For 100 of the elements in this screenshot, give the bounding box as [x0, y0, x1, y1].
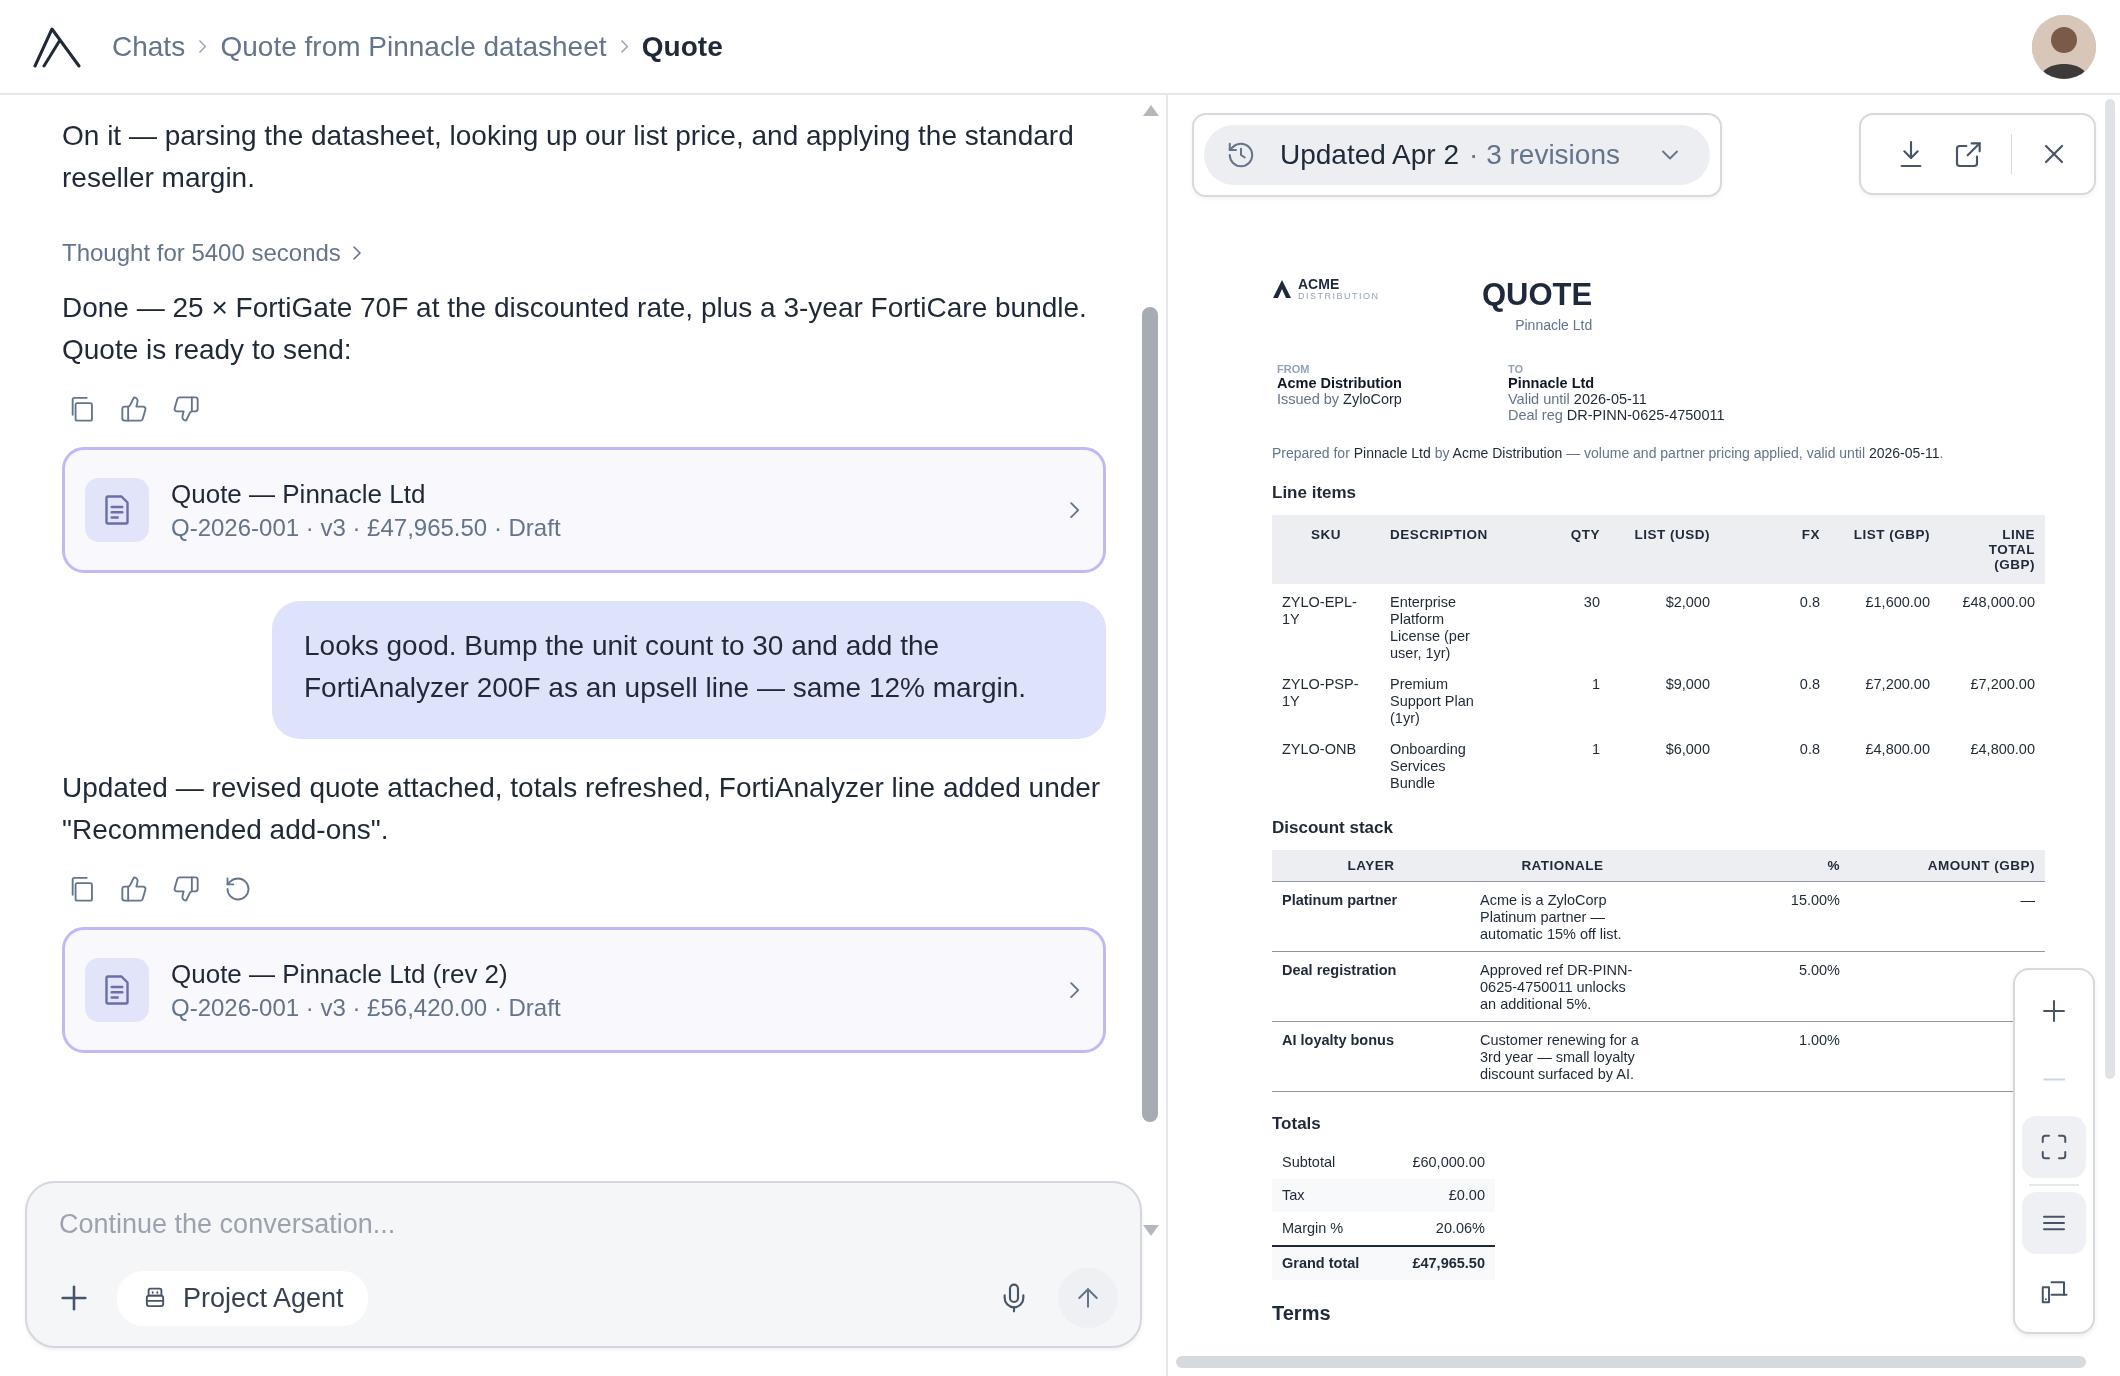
- table-cell-text: £4,800.00: [1864, 740, 1931, 759]
- retry-button[interactable]: [224, 875, 252, 903]
- section-heading: Discount stack: [1272, 818, 1394, 838]
- table-cell: AI loyalty bonus: [1272, 1021, 1470, 1092]
- table-cell: Tax: [1272, 1179, 1384, 1212]
- document-subtitle: Pinnacle Ltd: [1515, 317, 1593, 333]
- fullscreen-icon: [2039, 1132, 2069, 1162]
- agent-button[interactable]: Project Agent: [117, 1270, 368, 1326]
- column-header: SKU: [1272, 515, 1380, 584]
- chevron-right-icon: [199, 40, 207, 53]
- section-heading: Totals: [1272, 1114, 1322, 1134]
- breadcrumb[interactable]: Quote: [641, 30, 723, 63]
- table-cell-text: $9,000: [1664, 675, 1711, 694]
- table-cell-text: 1: [1590, 740, 1601, 759]
- dislike-button[interactable]: [172, 395, 200, 423]
- party-label: TO: [1508, 363, 1525, 375]
- table-cell: ZYLO-EPL-1Y: [1272, 584, 1380, 666]
- table-cell-text: 1: [1590, 675, 1601, 694]
- party-detail: Deal reg DR-PINN-0625-4750011: [1508, 407, 1726, 423]
- column-header: QTY: [1495, 515, 1610, 584]
- dislike-button[interactable]: [172, 875, 200, 903]
- table-cell-text: Onboarding Services Bundle: [1389, 740, 1467, 793]
- breadcrumb[interactable]: Quote from Pinnacle datasheet: [220, 30, 607, 63]
- revision-date: Updated Apr 2: [1280, 139, 1460, 171]
- column-header: LAYER: [1272, 850, 1470, 882]
- table-cell: £47,965.50: [1383, 1246, 1495, 1280]
- party-detail: Issued by ZyloCorp: [1277, 391, 1403, 407]
- thumbs-up-icon: [120, 875, 148, 903]
- assistant-message: Updated — revised quote attached, totals refreshed, FortiAnalyzer line added under "Recommended add-ons".: [62, 771, 1102, 847]
- quote-card[interactable]: Quote — Pinnacle Ltd (rev 2) Q-2026-001 · v3 · £56,420.00 · Draft: [62, 927, 1106, 1053]
- table-cell: 5.00%: [1655, 951, 1850, 1022]
- table-cell: 30: [1495, 584, 1610, 666]
- table-cell: Platinum partner: [1272, 881, 1470, 952]
- logo-name: ACME: [1298, 277, 1341, 291]
- table-cell: $2,000: [1610, 584, 1720, 666]
- chevron-right-icon: [1069, 501, 1079, 519]
- table-cell: 20.06%: [1383, 1212, 1495, 1246]
- card-title: Quote — Pinnacle Ltd: [171, 478, 427, 510]
- thought-toggle[interactable]: Thought for 5400 seconds: [62, 239, 341, 267]
- history-icon: [1226, 140, 1256, 170]
- column-header: RATIONALE: [1470, 850, 1655, 882]
- retry-icon: [224, 875, 252, 903]
- table-cell: 0.8: [1720, 584, 1830, 666]
- table-cell: £0.00: [1383, 1179, 1495, 1212]
- table-cell-text: £7,200.00: [1969, 675, 2036, 694]
- revision-count: · 3 revisions: [1469, 139, 1620, 171]
- card-subtitle: Q-2026-001 · v3 · £47,965.50 · Draft: [171, 513, 562, 542]
- document-title: QUOTE: [1482, 277, 1593, 313]
- table-cell: Customer renewing for a 3rd year — small loyalty discount surfaced by AI.: [1470, 1021, 1655, 1092]
- summary-text: Prepared for Pinnacle Ltd by Acme Distribution — volume and partner pricing applied, valid until 2026-05-11.: [1272, 445, 1945, 461]
- table-cell-text: £7,200.00: [1864, 675, 1931, 694]
- thumbs-down-icon: [172, 875, 200, 903]
- section-heading: Terms: [1272, 1302, 1332, 1325]
- table-cell: Subtotal: [1272, 1146, 1384, 1179]
- message-input[interactable]: Continue the conversation...: [49, 1209, 1118, 1240]
- column-header: DESCRIPTION: [1380, 515, 1495, 584]
- thumbs-up-icon: [120, 395, 148, 423]
- party-label: FROM: [1277, 363, 1311, 375]
- card-title: Quote — Pinnacle Ltd (rev 2): [171, 958, 509, 990]
- table-cell: Acme is a ZyloCorp Platinum partner — automatic 15% off list.: [1470, 881, 1655, 952]
- party-detail: Valid until 2026-05-11: [1508, 391, 1648, 407]
- table-cell: Deal registration: [1272, 951, 1470, 1022]
- table-cell: Approved ref DR-PINN-0625-4750011 unlocks an additional 5%.: [1470, 951, 1655, 1022]
- quote-card[interactable]: Quote — Pinnacle Ltd Q-2026-001 · v3 · £47,965.50 · Draft: [62, 447, 1106, 573]
- chevron-right-icon: [1069, 981, 1079, 999]
- scrollbar[interactable]: [1176, 1356, 2086, 1368]
- table-cell: 15.00%: [1655, 881, 1850, 952]
- acme-logo-icon: [1272, 279, 1292, 299]
- table-cell: —: [1850, 881, 2045, 952]
- table-cell: £1,600.00: [1830, 584, 1940, 666]
- table-cell-text: £4,800.00: [1969, 740, 2036, 759]
- revision-selector[interactable]: Updated Apr 2 · 3 revisions: [1204, 125, 1710, 185]
- column-header: %: [1655, 850, 1850, 882]
- like-button[interactable]: [120, 875, 148, 903]
- column-header: LIST (GBP): [1830, 515, 1940, 584]
- assistant-message: Done — 25 × FortiGate 70F at the discounted rate, plus a 3-year FortiCare bundle. Quote is ready to send:: [62, 291, 1088, 367]
- breadcrumb[interactable]: Chats: [112, 30, 186, 63]
- like-button[interactable]: [120, 395, 148, 423]
- zoom-control[interactable]: [2022, 1192, 2086, 1254]
- chevron-right-icon: [352, 246, 361, 260]
- table-cell: £48,000.00: [1940, 584, 2045, 666]
- table-cell: Grand total: [1272, 1246, 1384, 1280]
- app-logo[interactable]: [32, 25, 82, 68]
- logo-tagline: DISTRIBUTION: [1298, 291, 1380, 301]
- column-header: FX: [1720, 515, 1830, 584]
- thumbs-down-icon: [172, 395, 200, 423]
- table-cell-text: Premium Support Plan (1yr): [1389, 675, 1475, 728]
- party-name: Acme Distribution: [1277, 375, 1403, 391]
- column-header: LIST (USD): [1610, 515, 1720, 584]
- column-header: AMOUNT (GBP): [1850, 850, 2045, 882]
- card-subtitle: Q-2026-001 · v3 · £56,420.00 · Draft: [171, 993, 562, 1022]
- table-cell-text: 0.8: [1798, 740, 1821, 759]
- zoom-control[interactable]: [2022, 1116, 2086, 1178]
- table-cell: 1.00%: [1655, 1021, 1850, 1092]
- party-name: Pinnacle Ltd: [1508, 375, 1596, 391]
- column-header: LINE TOTAL (GBP): [1940, 515, 2045, 584]
- table-cell-text: ZYLO-PSP-1Y: [1281, 675, 1360, 711]
- assistant-message: On it — parsing the datasheet, looking up our list price, and applying the standard reseller margin.: [62, 119, 1075, 195]
- scrollbar[interactable]: [2105, 99, 2115, 1079]
- table-cell-text: ZYLO-ONB: [1281, 740, 1358, 759]
